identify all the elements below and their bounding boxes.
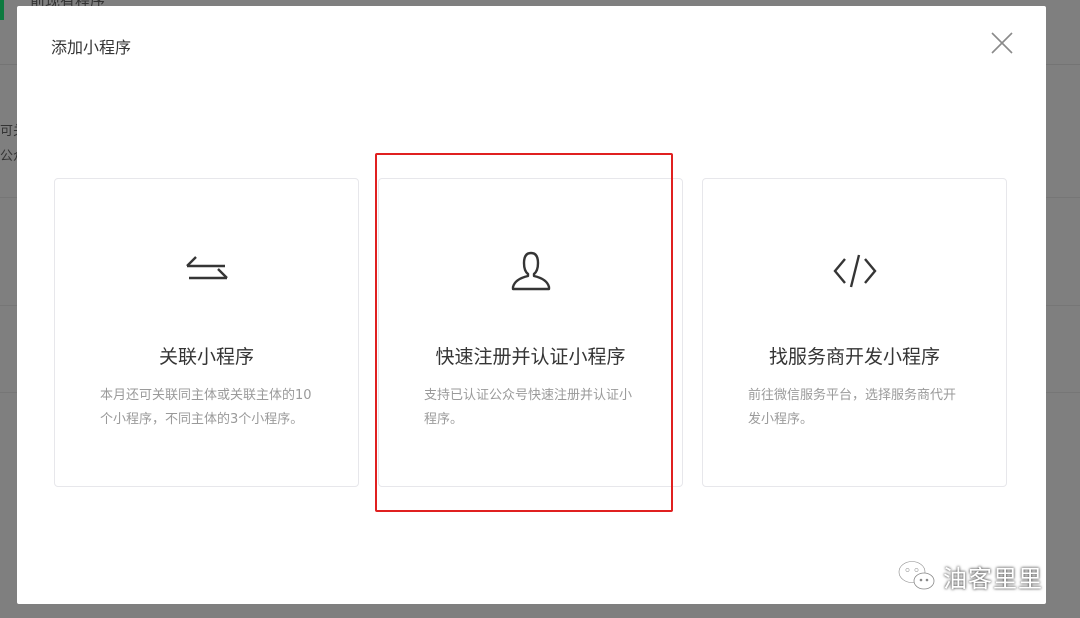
add-mini-program-dialog: 添加小程序 关联小程序 本月还可关联同主体或关联主体的10个小程序，不同主体的3… [17, 6, 1046, 604]
card-description: 前往微信服务平台，选择服务商代开发小程序。 [748, 388, 957, 427]
close-icon [991, 32, 1013, 54]
background-accent-bar [0, 0, 4, 20]
card-title: 快速注册并认证小程序 [435, 346, 626, 368]
code-icon [832, 254, 877, 288]
card-description: 本月还可关联同主体或关联主体的10个小程序，不同主体的3个小程序。 [100, 388, 312, 427]
card-link-mini-program[interactable]: 关联小程序 本月还可关联同主体或关联主体的10个小程序，不同主体的3个小程序。 [54, 178, 359, 487]
card-quick-register-mini-program[interactable]: 快速注册并认证小程序 支持已认证公众号快速注册并认证小程序。 [378, 178, 683, 487]
card-title: 找服务商开发小程序 [768, 346, 940, 368]
swap-arrows-icon [185, 256, 228, 280]
watermark: 油客里里 [897, 556, 1043, 596]
user-icon [511, 251, 550, 291]
dialog-title: 添加小程序 [51, 38, 132, 57]
close-button[interactable] [989, 30, 1015, 56]
card-title: 关联小程序 [158, 346, 254, 368]
card-description: 支持已认证公众号快速注册并认证小程序。 [424, 388, 633, 427]
watermark-text: 油客里里 [943, 564, 1043, 593]
card-find-service-provider[interactable]: 找服务商开发小程序 前往微信服务平台，选择服务商代开发小程序。 [702, 178, 1007, 487]
wechat-icon [897, 560, 935, 590]
